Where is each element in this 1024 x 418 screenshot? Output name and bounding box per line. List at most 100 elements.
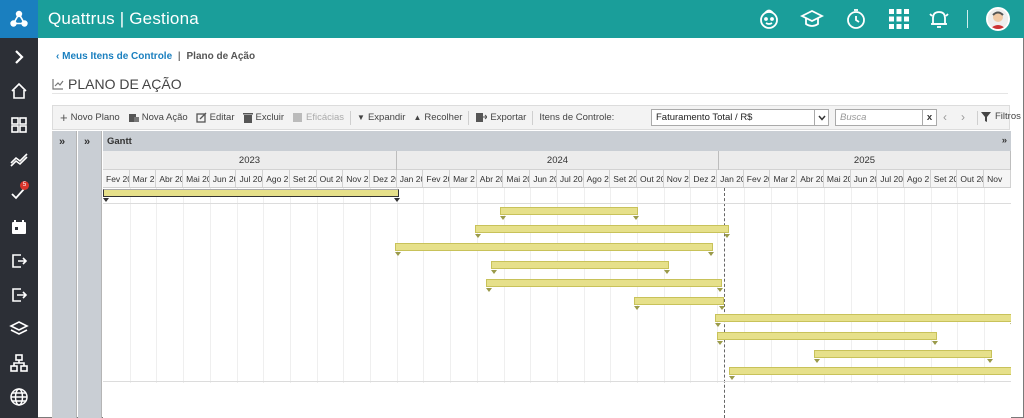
collapse-button[interactable]: ▲ Recolher [409, 106, 466, 129]
top-bar: Quattrus | Gestiona [0, 0, 1024, 38]
task-bar[interactable] [717, 332, 937, 340]
grid-line [370, 188, 371, 383]
grid-line [263, 188, 265, 383]
sitemap-icon[interactable] [9, 353, 29, 373]
new-action-button[interactable]: Nova Ação [124, 106, 192, 129]
grid-line [450, 188, 452, 383]
child-face-icon[interactable] [757, 7, 781, 31]
task-bar[interactable] [475, 225, 729, 233]
task-endpoint-icon [717, 341, 723, 345]
chevron-left-icon[interactable]: ‹ [56, 51, 59, 62]
month-label: Jun 20 [530, 170, 557, 187]
task-bar[interactable] [486, 279, 722, 287]
sidebar: 5 [0, 38, 38, 418]
efficacies-label: Eficácias [306, 112, 345, 123]
filters-button[interactable]: Filtros ▼ [981, 111, 1024, 122]
graduation-cap-icon[interactable] [799, 7, 825, 31]
export-button[interactable]: Exportar [471, 106, 530, 129]
logout-icon[interactable] [9, 251, 29, 271]
search-input[interactable]: Busca x [835, 109, 937, 126]
top-separator [967, 10, 968, 28]
task-bar[interactable] [634, 297, 724, 305]
app-brand: Quattrus | Gestiona [48, 9, 199, 28]
double-chevron-right-icon[interactable]: » [84, 136, 90, 148]
task-endpoint-icon [717, 288, 723, 292]
month-label: Dez 20 [370, 170, 397, 187]
grid-line [129, 188, 131, 383]
chevron-right-icon[interactable] [9, 47, 29, 67]
task-bar[interactable] [395, 243, 713, 251]
month-label: Ago 2 [904, 170, 931, 187]
globe-icon[interactable] [9, 387, 29, 407]
calendar-icon[interactable] [9, 217, 29, 237]
trend-icon[interactable] [9, 149, 29, 169]
export-icon[interactable] [9, 285, 29, 305]
task-endpoint-icon [708, 252, 714, 256]
today-line [724, 188, 725, 418]
gantt-body [103, 188, 1011, 418]
row-divider [103, 381, 1011, 382]
chevron-down-icon[interactable] [814, 110, 828, 125]
grid-line [236, 188, 238, 383]
task-bar[interactable] [729, 367, 1011, 375]
stopwatch-icon[interactable] [844, 7, 868, 31]
previous-arrow-icon[interactable]: ‹ [943, 110, 947, 124]
task-bar[interactable] [500, 207, 638, 215]
task-endpoint-icon [664, 270, 670, 274]
month-label: Jun 20 [210, 170, 237, 187]
layers-icon[interactable] [9, 319, 29, 339]
apps-grid-icon[interactable] [887, 7, 911, 31]
new-plan-button[interactable]: + Novo Plano [56, 106, 124, 129]
clear-search-icon[interactable]: x [922, 110, 936, 125]
month-label: Ago 2 [584, 170, 611, 187]
grid-line [743, 188, 745, 383]
month-label: Mai 20 [504, 170, 531, 187]
task-endpoint-icon [475, 234, 481, 238]
plus-icon: + [60, 110, 68, 125]
grid-column-collapsed[interactable]: » [53, 131, 77, 418]
efficacies-button[interactable]: Eficácias [288, 106, 348, 129]
next-arrow-icon[interactable]: › [961, 110, 965, 124]
bell-icon[interactable] [927, 7, 951, 31]
month-label: Out 20 [637, 170, 664, 187]
task-endpoint-icon [394, 198, 400, 202]
title-divider [52, 93, 1008, 94]
checklist-badge: 5 [20, 181, 29, 190]
grid-line [770, 188, 772, 383]
expand-button[interactable]: ▼ Expandir [353, 106, 409, 129]
edit-button[interactable]: Editar [192, 106, 239, 129]
double-chevron-right-icon[interactable]: » [59, 136, 65, 148]
task-endpoint-icon [486, 288, 492, 292]
delete-button[interactable]: Excluir [239, 106, 289, 129]
month-header: Fev 20 Mar 2 Abr 20 Mai 20 Jun 20 Jul 20 Ago 2… [103, 170, 1011, 188]
month-label: Jul 20 [877, 170, 904, 187]
task-bar[interactable] [491, 261, 669, 269]
items-select[interactable]: Faturamento Total / R$ [651, 109, 829, 126]
toolbar-separator [350, 110, 352, 125]
grid-column-collapsed-2[interactable]: » [78, 131, 102, 418]
checklist-icon[interactable]: 5 [9, 181, 29, 203]
items-label: Itens de Controle: [539, 112, 615, 123]
grid-line [797, 188, 799, 383]
month-label: Abr 20 [797, 170, 824, 187]
home-icon[interactable] [9, 81, 29, 101]
breadcrumb: ‹ Meus Itens de Controle | Plano de Ação [56, 51, 255, 62]
task-endpoint-icon [633, 216, 639, 220]
app-logo-icon[interactable] [0, 0, 38, 38]
search-placeholder: Busca [840, 112, 867, 123]
row-divider [103, 203, 1011, 204]
task-bar[interactable] [715, 314, 1011, 322]
task-bar[interactable] [814, 350, 992, 358]
gantt-title: Gantt [107, 136, 132, 147]
gantt-header: Gantt » [103, 131, 1011, 151]
edit-icon [196, 112, 207, 123]
year-label: 2025 [719, 151, 1011, 170]
dashboard-icon[interactable] [9, 115, 29, 135]
page-title: PLANO DE AÇÃO [68, 76, 182, 92]
double-chevron-right-icon[interactable]: » [1002, 135, 1007, 146]
summary-task-bar[interactable] [103, 189, 399, 197]
task-endpoint-icon [814, 359, 820, 363]
breadcrumb-parent[interactable]: Meus Itens de Controle [62, 51, 172, 62]
task-endpoint-icon [724, 234, 730, 238]
avatar[interactable] [986, 7, 1010, 31]
